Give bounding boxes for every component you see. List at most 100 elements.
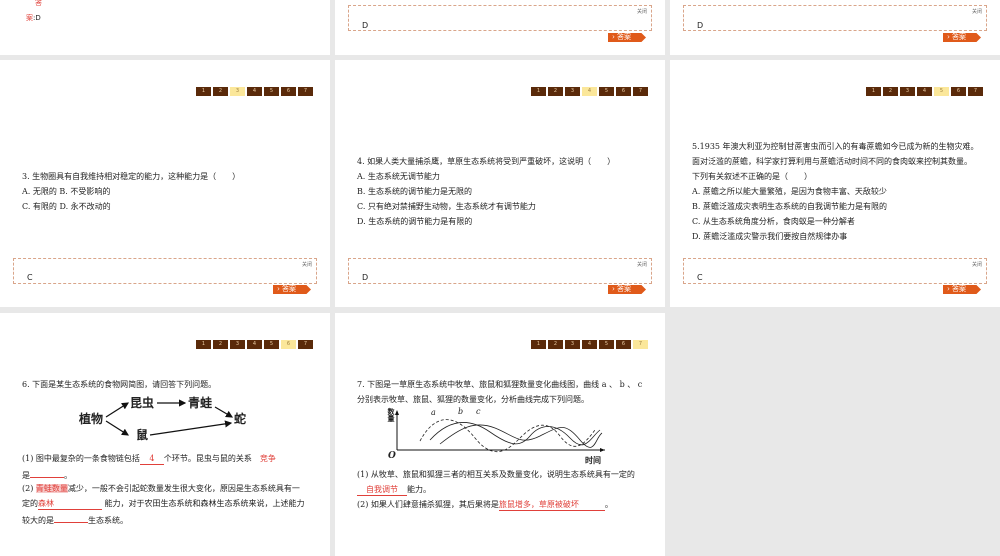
filled-answer: 青蛙数量: [35, 484, 68, 493]
page-nav-item[interactable]: 6: [616, 340, 631, 349]
page-nav: 1234567: [531, 340, 648, 349]
answer-box: 关闭 D: [348, 258, 652, 284]
page-nav-item[interactable]: 1: [531, 340, 546, 349]
page-nav-item[interactable]: 4: [582, 340, 597, 349]
page-nav: 1234567: [531, 87, 648, 96]
close-button[interactable]: 关闭: [302, 261, 312, 268]
page-nav: 1234567: [866, 87, 983, 96]
page-nav-item[interactable]: 5: [599, 340, 614, 349]
page-nav-item[interactable]: 4: [582, 87, 597, 96]
question-stem: 4. 如果人类大量捕杀鹰，草原生态系统将受到严重破坏，这说明（ ）: [357, 157, 616, 166]
page-nav-item[interactable]: 1: [196, 340, 211, 349]
page-nav-item[interactable]: 1: [196, 87, 211, 96]
page-nav-item[interactable]: 5: [264, 87, 279, 96]
page-nav: 1234567: [196, 340, 313, 349]
page-nav-item[interactable]: 2: [548, 340, 563, 349]
sub-question-2-cont: 定的森林 能力，对于农田生态系统和森林生态系统来说，上述能力: [22, 499, 305, 510]
page-nav-item[interactable]: 6: [281, 87, 296, 96]
answer-button[interactable]: › 答案: [608, 285, 646, 294]
answer-value: C: [27, 273, 33, 282]
page-nav-item[interactable]: 3: [230, 340, 245, 349]
filled-answer: 竞争: [259, 454, 276, 463]
sub-question-1-cont: 自我调节 能力。: [357, 485, 431, 496]
option-a: A. 生态系统无调节能力: [357, 172, 440, 181]
page-nav-item[interactable]: 7: [633, 340, 648, 349]
node-snake: 蛇: [234, 412, 247, 426]
answer-value: D: [697, 21, 704, 30]
page-nav-item[interactable]: 5: [599, 87, 614, 96]
question-stem: 分别表示牧草、旅鼠、狐狸的数量变化，分析曲线完成下列问题。: [357, 395, 589, 404]
close-button[interactable]: 关闭: [972, 8, 982, 15]
node-plant: 植物: [79, 412, 104, 426]
question-stem: 7. 下图是一草原生态系统中牧草、旅鼠和狐狸数量变化曲线图，曲线 a 、 b 、…: [357, 380, 643, 389]
page-nav-item[interactable]: 4: [247, 87, 262, 96]
answer-box: 关闭 D: [348, 5, 652, 31]
close-button[interactable]: 关闭: [972, 261, 982, 268]
page-nav-item[interactable]: 3: [565, 340, 580, 349]
sub-question-2: (2) 青蛙数量减少，一般不会引起蛇数量发生很大变化，原因是生态系统具有一: [22, 484, 300, 493]
close-button[interactable]: 关闭: [637, 8, 647, 15]
page-nav-item[interactable]: 2: [213, 340, 228, 349]
filled-answer: 4: [139, 454, 164, 465]
option-d: D. 生态系统的调节能力是有限的: [357, 217, 473, 226]
question-stem: 6. 下面是某生态系统的食物网简图，请回答下列问题。: [22, 380, 217, 389]
slide-question-6: 1234567 6. 下面是某生态系统的食物网简图，请回答下列问题。 植物 昆虫…: [0, 313, 330, 556]
option-d: D. 蔗蟾泛滥成灾警示我们要按自然规律办事: [692, 232, 848, 241]
option-c: C. 只有绝对禁捕野生动物，生态系统才有调节能力: [357, 202, 536, 211]
page-nav-item[interactable]: 3: [230, 87, 245, 96]
sub-question-1: (1) 图中最复杂的一条食物链包括 4 个环节。昆虫与鼠的关系 竞争: [22, 454, 276, 465]
page-nav-item[interactable]: 5: [934, 87, 949, 96]
answer-label: 答: [35, 0, 42, 7]
page-nav-item[interactable]: 6: [281, 340, 296, 349]
curve-label-a: a: [431, 408, 436, 417]
page-nav-item[interactable]: 2: [883, 87, 898, 96]
origin-label: O: [388, 451, 396, 461]
answer-value: D: [362, 273, 369, 282]
question-stem: 3. 生物圈具有自我维持相对稳定的能力，这种能力是（ ）: [22, 172, 241, 181]
page-nav-item[interactable]: 2: [213, 87, 228, 96]
page-nav-item[interactable]: 6: [616, 87, 631, 96]
page-nav-item[interactable]: 1: [866, 87, 881, 96]
sub-question-1-cont: 是。: [22, 471, 72, 480]
page-nav-item[interactable]: 7: [968, 87, 983, 96]
answer-label: 案: [26, 14, 33, 22]
chart-curves: [395, 410, 605, 452]
page-nav-item[interactable]: 7: [298, 340, 313, 349]
close-button[interactable]: 关闭: [637, 261, 647, 268]
answer-button[interactable]: › 答案: [943, 33, 981, 42]
question-stem: 下列有关叙述不正确的是（ ）: [692, 172, 812, 181]
page-nav: 1234567: [196, 87, 313, 96]
sub-question-1: (1) 从牧草、旅鼠和狐狸三者的相互关系及数量变化，说明生态系统具有一定的: [357, 470, 635, 479]
page-nav-item[interactable]: 5: [264, 340, 279, 349]
slide-top-right: 关闭 D › 答案: [670, 0, 1000, 55]
page-nav-item[interactable]: 2: [548, 87, 563, 96]
page-nav-item[interactable]: 1: [531, 87, 546, 96]
answer-value: C: [697, 273, 703, 282]
page-nav-item[interactable]: 7: [298, 87, 313, 96]
question-stem: 5.1935 年澳大利亚为控制甘蔗害虫而引入的有毒蔗蟾如今已成为新的生物灾难。: [692, 142, 979, 151]
page-nav-item[interactable]: 4: [247, 340, 262, 349]
page-nav-item[interactable]: 7: [633, 87, 648, 96]
answer-box: 关闭 C: [13, 258, 317, 284]
slide-question-7: 1234567 7. 下图是一草原生态系统中牧草、旅鼠和狐狸数量变化曲线图，曲线…: [335, 313, 665, 556]
answer-button[interactable]: › 答案: [608, 33, 646, 42]
slide-question-4: 1234567 4. 如果人类大量捕杀鹰，草原生态系统将受到严重破坏，这说明（ …: [335, 60, 665, 307]
page-nav-item[interactable]: 3: [565, 87, 580, 96]
slide-top-middle: 关闭 D › 答案: [335, 0, 665, 55]
sub-question-2-cont: 较大的是 生态系统。: [22, 516, 128, 525]
answer-button[interactable]: › 答案: [943, 285, 981, 294]
page-nav-item[interactable]: 3: [900, 87, 915, 96]
question-options: C. 有限的 D. 永不改动的: [22, 202, 111, 211]
curve-label-c: c: [476, 407, 481, 416]
curve-label-b: b: [458, 407, 464, 416]
slide-question-5: 1234567 5.1935 年澳大利亚为控制甘蔗害虫而引入的有毒蔗蟾如今已成为…: [670, 60, 1000, 307]
question-stem: 面对泛滥的蔗蟾，科学家打算利用与蔗蟾活动时间不同的食肉蚁来控制其数量。: [692, 157, 972, 166]
answer-button[interactable]: › 答案: [273, 285, 311, 294]
slide-question-3: 1234567 3. 生物圈具有自我维持相对稳定的能力，这种能力是（ ） A. …: [0, 60, 330, 307]
filled-answer: 森林: [38, 499, 102, 510]
page-nav-item[interactable]: 6: [951, 87, 966, 96]
filled-answer: 自我调节: [357, 485, 407, 496]
population-curve-chart: 数量 O 时间 a b c: [380, 407, 610, 468]
y-axis-label: 数量: [387, 408, 395, 422]
page-nav-item[interactable]: 4: [917, 87, 932, 96]
